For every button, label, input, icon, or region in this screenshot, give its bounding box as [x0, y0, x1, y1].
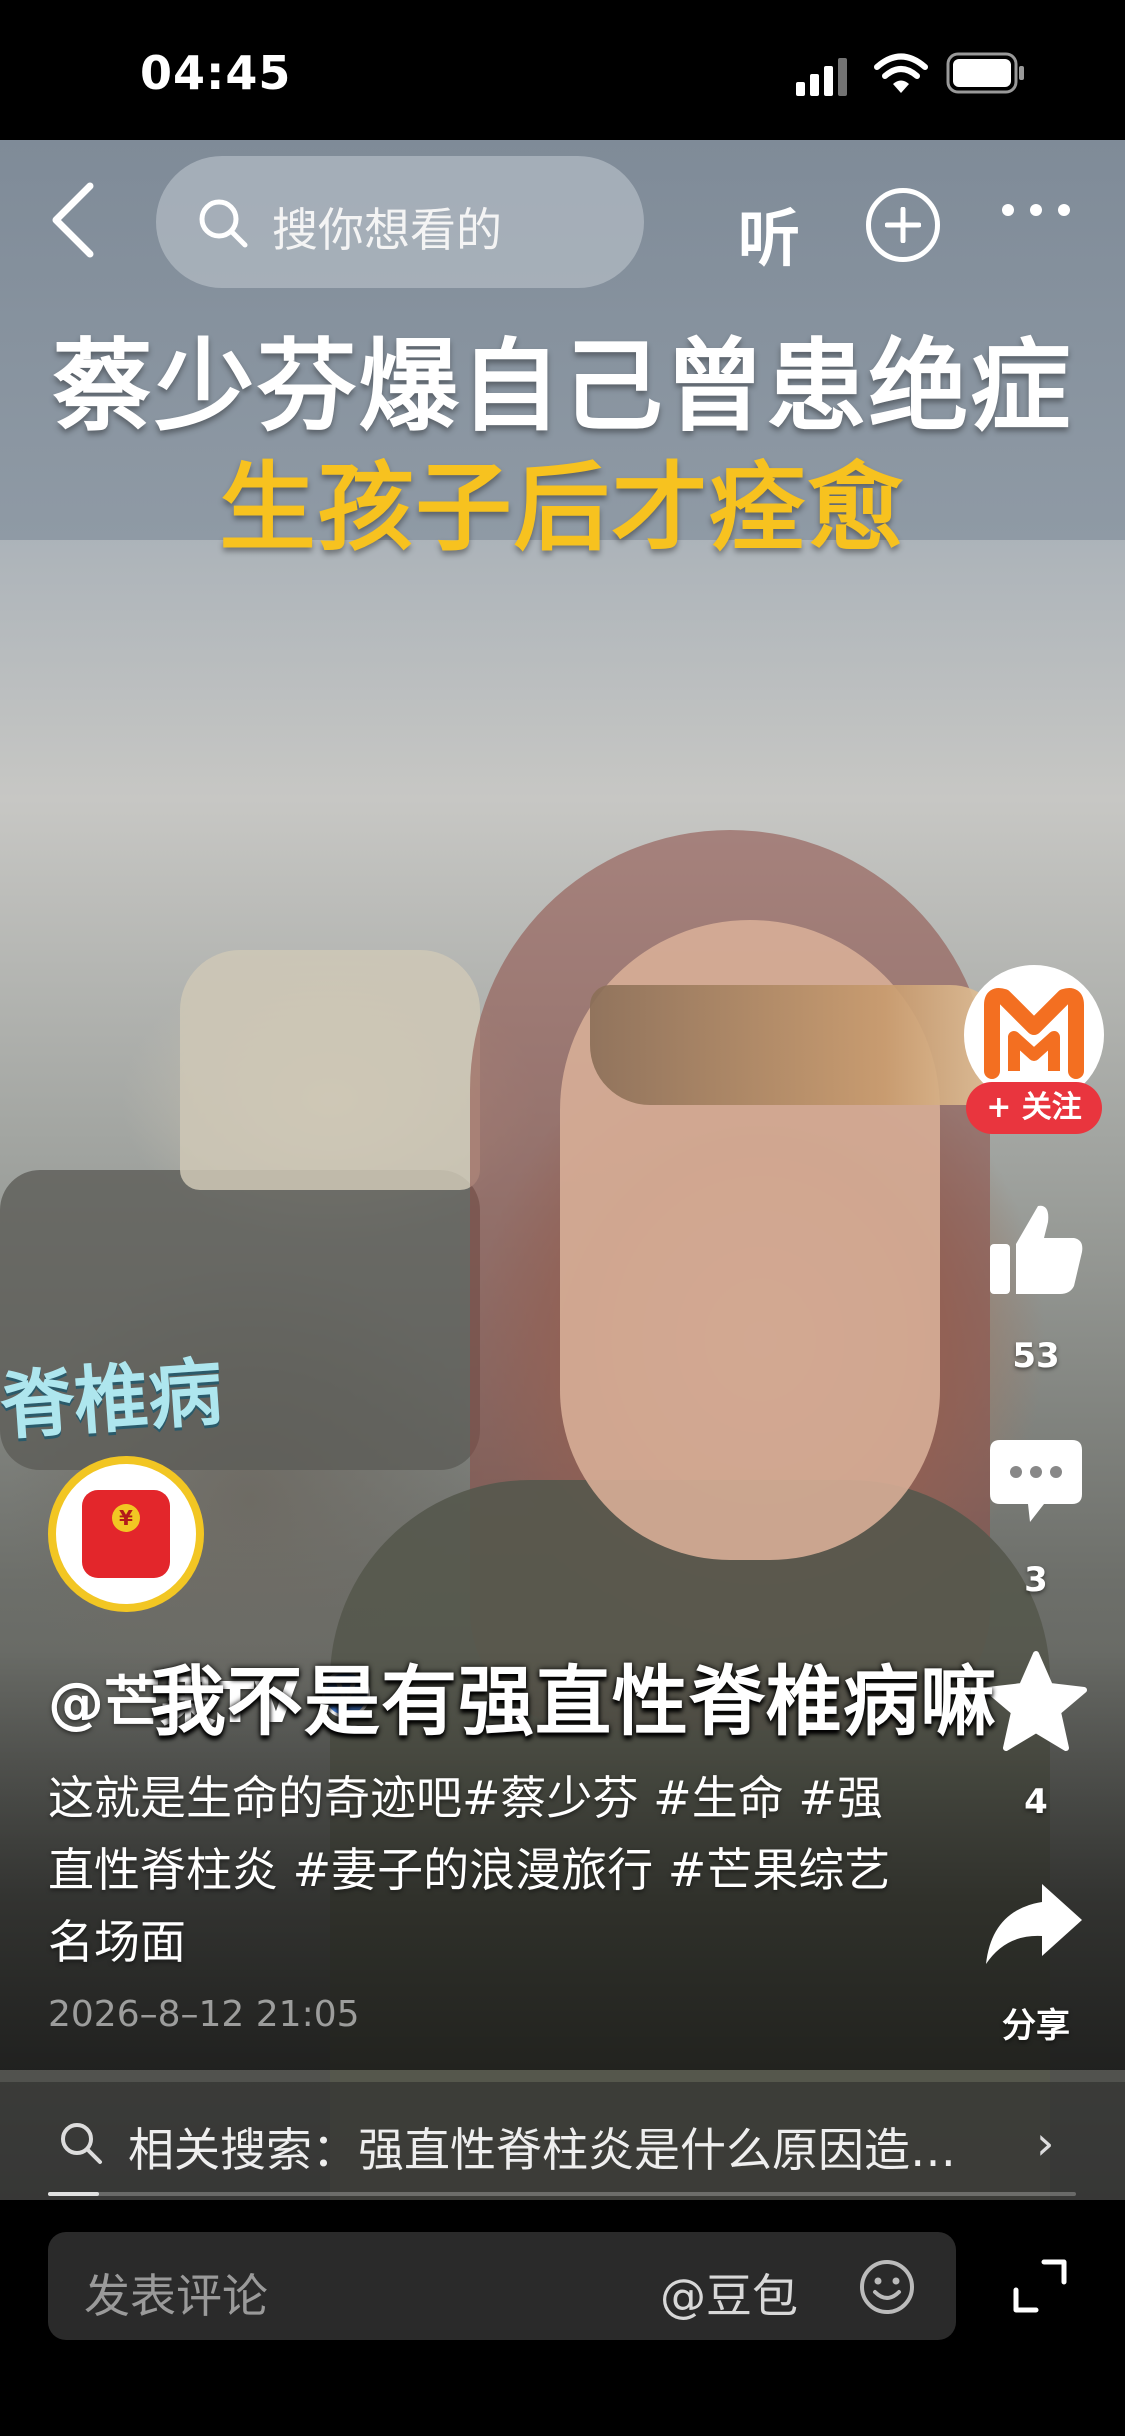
signal-icon [796, 58, 847, 96]
wifi-icon [874, 53, 928, 93]
follow-button[interactable]: + 关注 [966, 1082, 1102, 1134]
status-bar: 04:45 [0, 0, 1125, 140]
emoji-icon[interactable] [858, 2258, 916, 2316]
back-icon[interactable] [46, 180, 106, 260]
mention-button[interactable]: @豆包 [660, 2260, 798, 2326]
video-title-line2: 生孩子后才痊愈 [219, 452, 906, 564]
video-caption-side: 脊椎病 [0, 1349, 226, 1451]
mango-logo-icon [984, 988, 1084, 1079]
search-placeholder: 搜你想看的 [272, 203, 502, 257]
fullscreen-icon[interactable] [1010, 2256, 1070, 2316]
chevron-right-icon: › [1036, 2116, 1055, 2170]
status-time: 04:45 [140, 46, 292, 100]
thumbs-up-icon[interactable] [986, 1200, 1086, 1300]
related-search-text: 相关搜索：强直性脊柱炎是什么原因造… [128, 2123, 956, 2177]
related-search-bar[interactable]: 相关搜索：强直性脊柱炎是什么原因造… › [0, 2082, 1125, 2200]
plus-circle-icon[interactable] [866, 188, 940, 262]
more-icon[interactable] [1000, 200, 1072, 220]
like-count: 53 [1012, 1336, 1060, 1376]
comment-placeholder: 发表评论 [84, 2269, 268, 2323]
search-icon [199, 199, 248, 248]
star-icon[interactable] [982, 1650, 1090, 1754]
comment-icon[interactable] [986, 1436, 1086, 1526]
bottom-bar: 发表评论 @豆包 [0, 2200, 1125, 2436]
video-progress-fill [48, 2192, 100, 2196]
post-timestamp: 2026–8–12 21:05 [48, 1994, 360, 2035]
comment-input[interactable]: 发表评论 @豆包 [48, 2232, 956, 2340]
red-packet-clasp: ¥ [112, 1504, 140, 1532]
comment-count: 3 [1024, 1560, 1048, 1600]
search-icon [61, 2123, 102, 2164]
video-scene-headrest [180, 950, 480, 1190]
red-packet-body: ¥ [82, 1490, 170, 1578]
favorite-count: 4 [1024, 1782, 1048, 1822]
video-title-line1: 蔡少芬爆自己曾患绝症 [52, 328, 1073, 445]
video-progress-bar[interactable] [48, 2192, 1076, 2196]
video-description[interactable]: 这就是生命的奇迹吧#蔡少芬 #生命 #强直性脊柱炎 #妻子的浪漫旅行 #芒果综艺… [48, 1762, 928, 1978]
share-label: 分享 [1002, 2006, 1070, 2046]
plus-icon [885, 207, 921, 243]
video-scene-sunglasses [590, 985, 1010, 1105]
battery-icon [946, 52, 1024, 94]
red-packet-icon[interactable]: ¥ [48, 1456, 204, 1612]
search-input[interactable]: 搜你想看的 [156, 156, 644, 288]
listen-button[interactable]: 听 [738, 188, 800, 278]
share-icon[interactable] [982, 1880, 1086, 1968]
video-caption-main: 我不是有强直性脊椎病嘛 [150, 1657, 997, 1746]
